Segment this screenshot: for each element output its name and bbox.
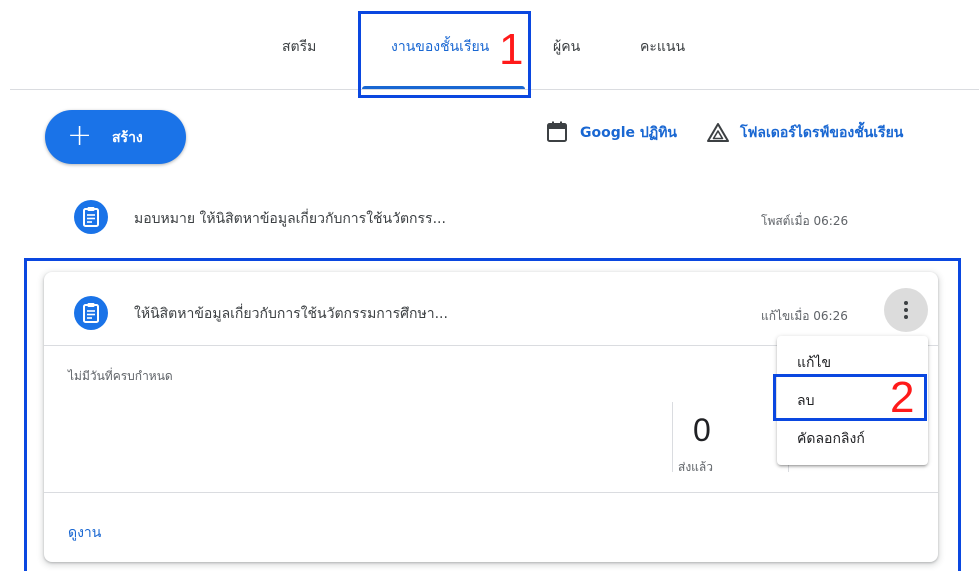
card-footer-divider	[44, 492, 938, 493]
more-options-button[interactable]	[884, 288, 928, 332]
annotation-number-1: 1	[499, 25, 524, 74]
turned-in-count[interactable]: 0	[693, 412, 711, 449]
assignment-posted-time: โพสต์เมื่อ 06:26	[761, 214, 849, 228]
due-date-text: ไม่มีวันที่ครบกำหนด	[68, 369, 173, 383]
card-edited-time: แก้ไขเมื่อ 06:26	[761, 309, 848, 323]
view-assignment-link[interactable]: ดูงาน	[68, 522, 101, 544]
menu-item-copy-link[interactable]: คัดลอกลิงก์	[797, 428, 865, 450]
turned-in-label: ส่งแล้ว	[678, 460, 714, 474]
assignment-icon	[74, 296, 108, 330]
tab-divider	[10, 89, 979, 90]
assignment-icon	[74, 200, 108, 234]
calendar-icon	[547, 121, 567, 142]
google-calendar-link[interactable]: Google ปฏิทิน	[580, 122, 677, 144]
tab-bar: สตรีม งานของชั้นเรียน ผู้คน คะแนน	[0, 0, 979, 90]
tab-stream[interactable]: สตรีม	[282, 36, 316, 58]
create-button[interactable]: + สร้าง	[45, 110, 186, 164]
tab-classwork[interactable]: งานของชั้นเรียน	[391, 36, 489, 58]
tab-people[interactable]: ผู้คน	[553, 36, 580, 58]
annotation-number-2: 2	[890, 373, 915, 422]
menu-item-edit[interactable]: แก้ไข	[797, 352, 831, 374]
plus-icon: +	[67, 118, 93, 153]
assignment-title[interactable]: มอบหมาย ให้นิสิตหาข้อมูลเกี่ยวกับการใช้น…	[134, 208, 446, 230]
stat-divider	[672, 402, 673, 472]
menu-item-delete[interactable]: ลบ	[797, 390, 814, 412]
create-button-label: สร้าง	[112, 130, 143, 146]
card-title[interactable]: ให้นิสิตหาข้อมูลเกี่ยวกับการใช้นวัตกรรมก…	[134, 303, 448, 325]
class-drive-folder-link[interactable]: โฟลเดอร์ไดรฟ์ของชั้นเรียน	[740, 122, 903, 144]
tab-grades[interactable]: คะแนน	[640, 36, 685, 58]
drive-icon	[707, 123, 729, 142]
